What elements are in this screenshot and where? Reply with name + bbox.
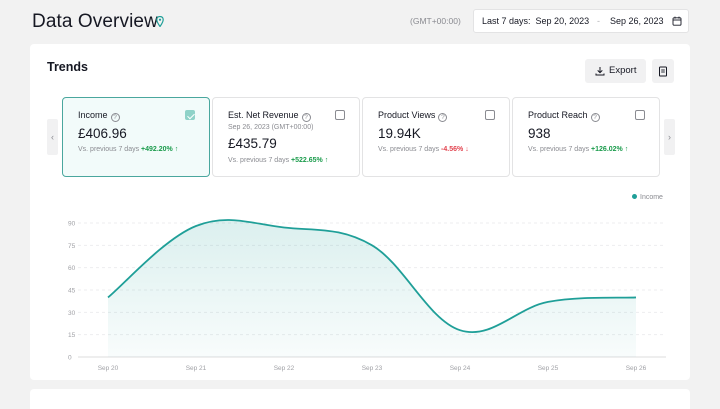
report-button[interactable] xyxy=(652,59,674,83)
series-area xyxy=(108,219,636,357)
card-checkbox[interactable] xyxy=(185,110,195,120)
x-tick-label: Sep 22 xyxy=(274,365,295,372)
card-change: +522.65% xyxy=(291,157,323,164)
document-icon xyxy=(659,66,667,77)
metric-card-product-reach[interactable]: Product Reach? 938 Vs. previous 7 days +… xyxy=(512,97,660,177)
legend-label: Income xyxy=(640,194,663,201)
trend-up-icon: ↑ xyxy=(624,146,629,153)
card-value: 938 xyxy=(528,126,551,141)
prev-cards-button[interactable]: ‹ xyxy=(47,119,58,155)
y-tick-label: 30 xyxy=(68,310,76,317)
x-tick-label: Sep 23 xyxy=(362,365,383,372)
trends-panel: Trends Export ‹ › Income? £406.96 Vs. pr… xyxy=(30,44,690,380)
trend-down-icon: ↓ xyxy=(465,146,469,153)
metric-card-income[interactable]: Income? £406.96 Vs. previous 7 days +492… xyxy=(62,97,210,177)
x-tick-label: Sep 25 xyxy=(538,365,559,372)
y-tick-label: 90 xyxy=(68,221,76,228)
card-change: +126.02% xyxy=(591,146,623,153)
income-trend-chart: 0 15 30 45 60 75 90 Sep 20 Sep 21 Sep 22 Sep 23 Sep… xyxy=(68,219,666,372)
end-date: Sep 26, 2023 xyxy=(610,16,664,26)
next-cards-button[interactable]: › xyxy=(664,119,675,155)
help-icon[interactable]: ? xyxy=(590,113,600,122)
card-checkbox[interactable] xyxy=(635,110,645,120)
secondary-panel xyxy=(30,389,690,409)
card-title: Product Reach? xyxy=(528,110,600,122)
card-title: Income? xyxy=(78,110,120,122)
date-range-picker[interactable]: Last 7 days: Sep 20, 2023 - Sep 26, 2023 xyxy=(473,9,689,33)
metric-card-product-views[interactable]: Product Views? 19.94K Vs. previous 7 day… xyxy=(362,97,510,177)
metric-card-net-revenue[interactable]: Est. Net Revenue? Sep 26, 2023 (GMT+00:0… xyxy=(212,97,360,177)
card-comparison: Vs. previous 7 days -4.56% ↓ xyxy=(378,146,469,153)
timezone-label: (GMT+00:00) xyxy=(410,16,461,26)
download-icon xyxy=(595,67,605,76)
date-separator: - xyxy=(597,16,600,26)
card-title: Est. Net Revenue? xyxy=(228,110,311,122)
card-title: Product Views? xyxy=(378,110,448,122)
card-value: 19.94K xyxy=(378,126,421,141)
card-value: £406.96 xyxy=(78,126,127,141)
trend-up-icon: ↑ xyxy=(324,157,329,164)
x-tick-label: Sep 20 xyxy=(98,365,119,372)
y-tick-label: 45 xyxy=(68,288,76,295)
x-tick-label: Sep 21 xyxy=(186,365,207,372)
help-icon[interactable]: ? xyxy=(438,113,448,122)
card-change: +492.20% xyxy=(141,146,173,153)
help-icon[interactable]: ? xyxy=(301,113,311,122)
card-comparison: Vs. previous 7 days +492.20% ↑ xyxy=(78,146,179,153)
legend-swatch xyxy=(632,194,637,199)
export-label: Export xyxy=(609,65,637,76)
y-tick-label: 60 xyxy=(68,265,76,272)
trends-title: Trends xyxy=(47,60,88,74)
trend-up-icon: ↑ xyxy=(174,146,179,153)
help-icon[interactable]: ? xyxy=(110,113,120,122)
y-tick-label: 75 xyxy=(68,243,76,250)
card-comparison: Vs. previous 7 days +522.65% ↑ xyxy=(228,157,329,164)
card-change: -4.56% xyxy=(441,146,464,153)
chart-legend[interactable]: Income xyxy=(632,194,663,201)
header: Data Overview (GMT+00:00) Last 7 days: S… xyxy=(0,0,720,44)
pin-icon xyxy=(156,16,164,27)
card-checkbox[interactable] xyxy=(335,110,345,120)
export-button[interactable]: Export xyxy=(585,59,646,83)
page-title: Data Overview xyxy=(32,11,158,32)
date-range-label: Last 7 days: Sep 20, 2023 xyxy=(482,16,590,26)
card-value: £435.79 xyxy=(228,136,277,151)
card-subtitle: Sep 26, 2023 (GMT+00:00) xyxy=(228,124,314,131)
card-checkbox[interactable] xyxy=(485,110,495,120)
calendar-icon xyxy=(672,16,682,26)
y-tick-label: 15 xyxy=(68,332,76,339)
x-tick-label: Sep 24 xyxy=(450,365,471,372)
card-comparison: Vs. previous 7 days +126.02% ↑ xyxy=(528,146,629,153)
x-tick-label: Sep 26 xyxy=(626,365,647,372)
y-tick-label: 0 xyxy=(68,355,72,362)
